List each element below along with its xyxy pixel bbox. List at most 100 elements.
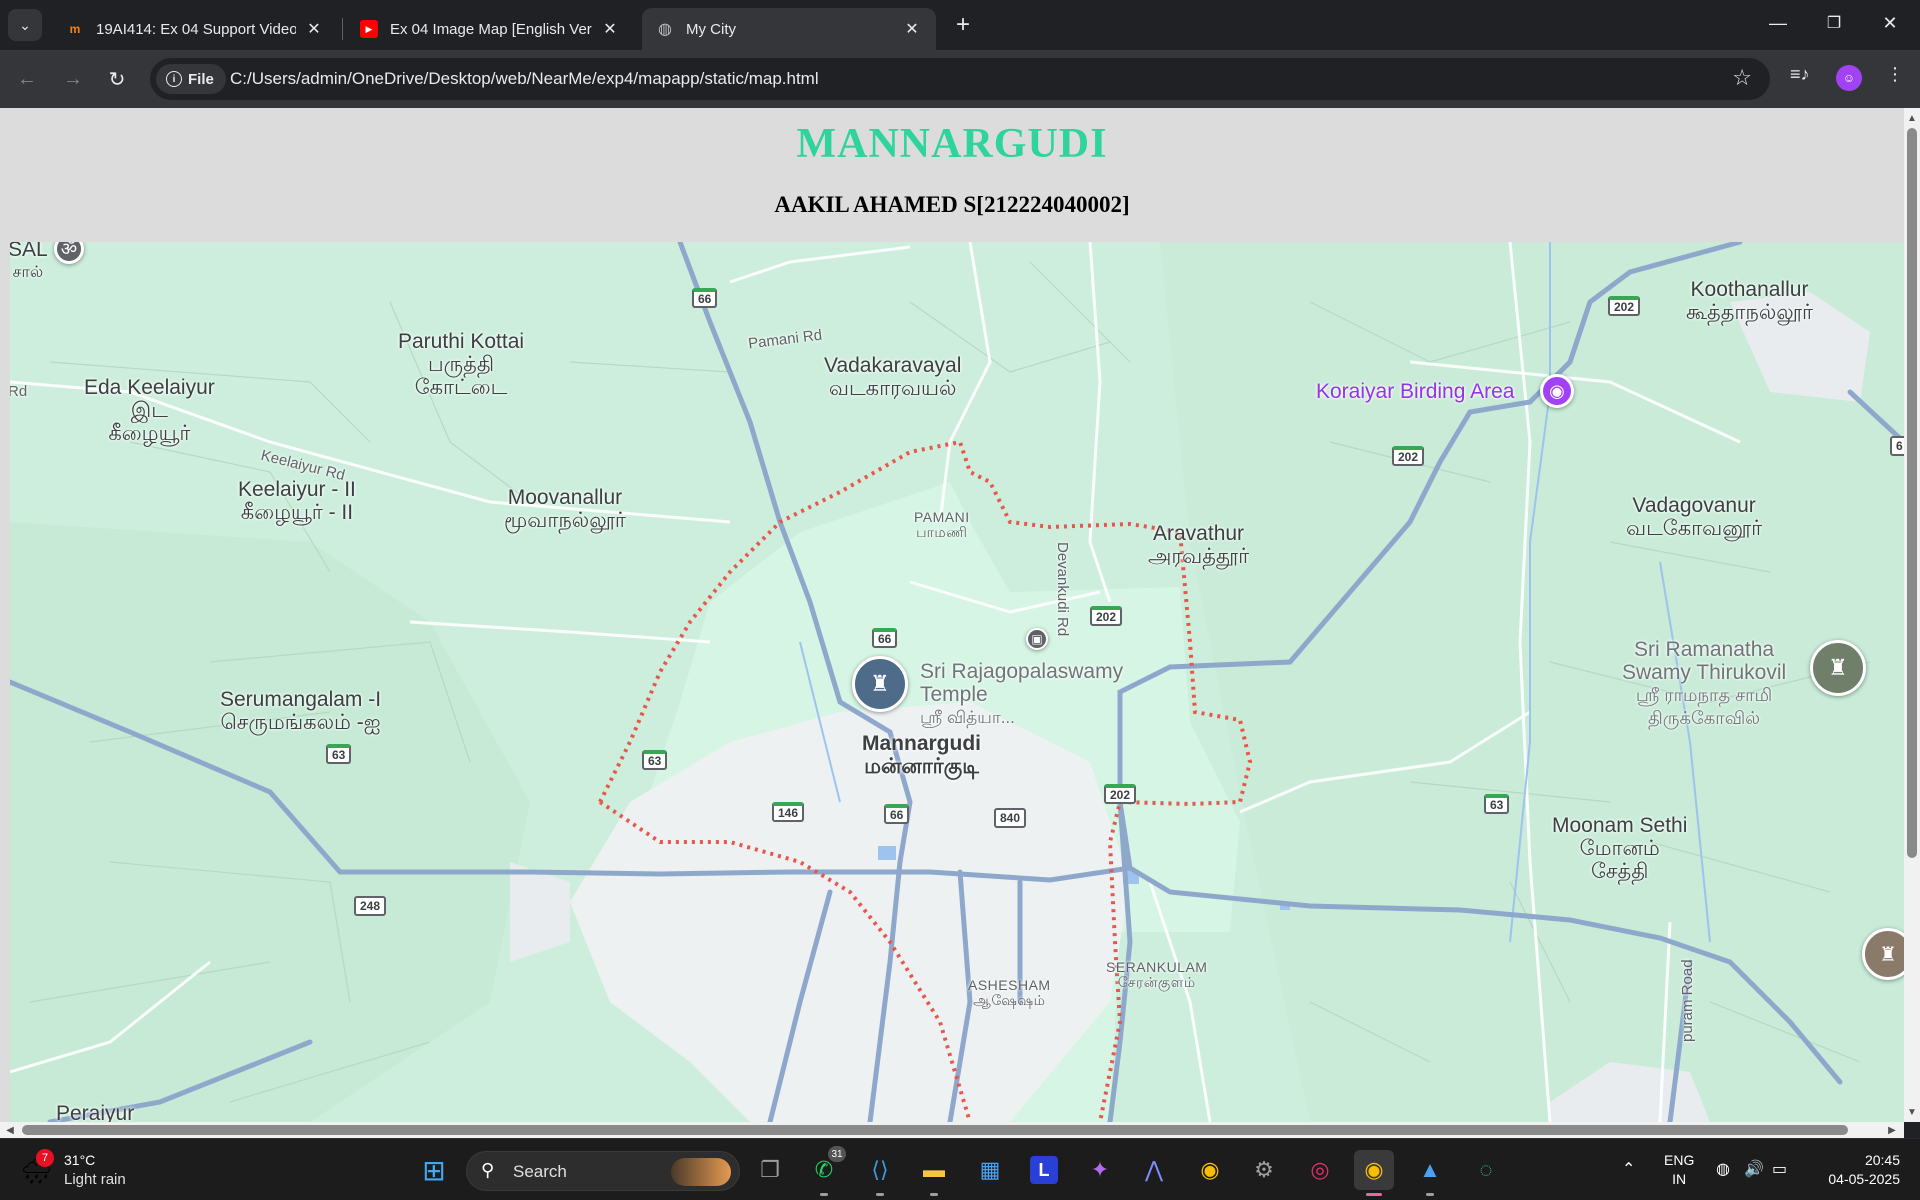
scroll-down-icon[interactable]: ▼ [1904, 1104, 1920, 1120]
url-text[interactable]: C:/Users/admin/OneDrive/Desktop/web/Near… [230, 69, 819, 89]
file-explorer-icon[interactable]: ▬ [914, 1150, 954, 1196]
scroll-left-icon[interactable]: ◀ [2, 1122, 18, 1138]
poi-koraiyar-birding-area[interactable]: Koraiyar Birding Area [1316, 380, 1514, 403]
vscode-icon[interactable]: ⟨⟩ [860, 1150, 900, 1196]
battery-icon[interactable]: ▭ [1772, 1159, 1787, 1179]
temple-icon[interactable]: ♜ [852, 656, 908, 712]
map-label-sal[interactable]: SAL சால் [10, 242, 48, 284]
profile-avatar[interactable]: ☺ [1836, 65, 1862, 91]
tab-title: 19AI414: Ex 04 Support Video | [96, 20, 296, 38]
route-shield: 146 [772, 802, 805, 822]
copilot-icon[interactable]: ✦ [1080, 1150, 1120, 1190]
camera-icon[interactable]: ◉ [1540, 374, 1574, 408]
horizontal-scroll-thumb[interactable] [22, 1125, 1848, 1135]
map-label-paruthi-kottai[interactable]: Paruthi Kottai பருத்தி கோட்டை [398, 330, 524, 399]
tab-title: My City [686, 20, 736, 38]
route-shield: 66 [692, 288, 718, 308]
weather-temp: 31°C [64, 1152, 96, 1168]
search-highlight-image [671, 1158, 731, 1186]
map-label-vadakaravayal[interactable]: Vadakaravayal வடகாரவயல் [824, 354, 961, 400]
route-shield: 63 [1484, 794, 1510, 814]
chrome-profile-icon[interactable]: ◉ [1354, 1150, 1394, 1196]
moodle-icon: m [69, 22, 81, 36]
map-label-moovanallur[interactable]: Moovanallur மூவாநல்லூர் [504, 486, 626, 532]
scroll-right-icon[interactable]: ▶ [1884, 1122, 1900, 1138]
vertical-scroll-thumb[interactable] [1907, 128, 1917, 858]
minimize-button[interactable]: — [1750, 0, 1806, 46]
l-app-icon[interactable]: L [1024, 1150, 1064, 1190]
search-icon: ⚲ [481, 1160, 495, 1180]
arrow-right-icon: → [63, 67, 83, 90]
plus-icon: + [955, 11, 970, 38]
horizontal-scrollbar[interactable]: ◀ ▶ [0, 1122, 1904, 1138]
map-label-vadagovanur[interactable]: Vadagovanur வடகோவனூர் [1626, 494, 1762, 540]
map-label-moonam-sethi[interactable]: Moonam Sethi மோனம் சேத்தி [1552, 814, 1687, 883]
settings-gear-icon[interactable]: ⚙ [1244, 1150, 1284, 1190]
temple-icon[interactable]: ♜ [1810, 640, 1866, 696]
weather-badge: 7 [36, 1149, 54, 1167]
map-label-peraiyur[interactable]: Peraiyur [56, 1102, 134, 1122]
task-view-icon[interactable]: ❐ [750, 1150, 790, 1190]
route-shield: 248 [354, 896, 387, 916]
vertical-scrollbar[interactable]: ▲ ▼ [1904, 108, 1920, 1122]
taskbar-search-label: Search [513, 1162, 567, 1181]
clock[interactable]: 20:45 04-05-2025 [1816, 1151, 1900, 1189]
weather-condition: Light rain [64, 1171, 126, 1188]
loading-app-icon[interactable]: ◌ [1466, 1150, 1506, 1190]
arc-app-icon[interactable]: ⋀ [1134, 1150, 1174, 1190]
address-bar[interactable]: i File C:/Users/admin/OneDrive/Desktop/w… [150, 58, 1770, 100]
scroll-up-icon[interactable]: ▲ [1904, 110, 1920, 126]
route-shield: 202 [1090, 606, 1123, 626]
language-indicator[interactable]: ENG IN [1664, 1151, 1694, 1189]
reload-button[interactable]: ↻ [100, 62, 134, 96]
close-icon: ✕ [1882, 12, 1898, 33]
route-shield: 840 [994, 808, 1027, 828]
new-tab-button[interactable]: + [948, 10, 978, 40]
map-label-keelaiyur-ii[interactable]: Keelaiyur - II கீழையூர் - II [238, 478, 356, 524]
road-label-rd: Rd [10, 383, 28, 400]
restore-button[interactable]: ❐ [1806, 0, 1862, 46]
weather-widget[interactable]: 🌧 7 31°C Light rain [20, 1149, 140, 1193]
whatsapp-icon[interactable]: ✆ 31 [804, 1146, 846, 1196]
tab-search-button[interactable]: ⌄ [8, 9, 42, 41]
restore-icon: ❐ [1826, 15, 1842, 32]
bus-station-icon[interactable]: ▣ [1026, 628, 1048, 650]
tab-separator [342, 18, 343, 40]
map-label-pamani[interactable]: PAMANI பாமணி [914, 510, 970, 540]
city-map-image[interactable]: SAL சால் ॐ Rd Eda Keelaiyur இட கீழையூர் Par… [10, 242, 1904, 1122]
instagram-icon[interactable]: ◎ [1300, 1150, 1340, 1190]
site-info-chip[interactable]: i File [156, 64, 226, 94]
close-icon[interactable]: ✕ [902, 19, 922, 39]
map-label-ashesham[interactable]: ASHESHAM ஆஷேஷம் [968, 978, 1051, 1008]
media-control-icon[interactable]: ≡♪ [1790, 64, 1810, 85]
tab-my-city[interactable]: ◍ My City ✕ [642, 8, 936, 50]
chrome-icon[interactable]: ◉ [1190, 1150, 1230, 1190]
windows-start-icon[interactable]: ⊞ [414, 1150, 454, 1190]
map-label-koothanallur[interactable]: Koothanallur கூத்தாநல்லூர் [1686, 278, 1813, 324]
page-title: MANNARGUDI [796, 121, 1108, 167]
chevron-up-icon[interactable]: ⌃ [1622, 1159, 1635, 1179]
microsoft-store-icon[interactable]: ▦ [970, 1150, 1010, 1190]
map-label-mannargudi[interactable]: Mannargudi மன்னார்குடி [862, 732, 981, 778]
forward-button[interactable]: → [56, 62, 90, 96]
network-icon[interactable]: ◍ [1716, 1159, 1730, 1179]
road-label-devankudi: Devankudi Rd [1054, 542, 1071, 637]
minimize-icon: — [1769, 12, 1787, 33]
poi-sri-ramanatha-swamy-thirukovil[interactable]: Sri Ramanatha Swamy Thirukovil ஸ்ரீ ராமநாத… [1622, 638, 1786, 730]
close-window-button[interactable]: ✕ [1862, 0, 1918, 46]
poi-sri-rajagopalaswamy-temple[interactable]: Sri Rajagopalaswamy Temple ஸ்ரீ வித்யா... [920, 660, 1123, 729]
close-icon[interactable]: ✕ [304, 19, 324, 39]
tab-image-map-video[interactable]: ▶ Ex 04 Image Map [English Versi ✕ [346, 8, 634, 50]
taskbar-search[interactable]: ⚲ Search [466, 1151, 740, 1191]
map-label-eda-keelaiyur[interactable]: Eda Keelaiyur இட கீழையூர் [84, 376, 215, 445]
back-button[interactable]: ← [10, 62, 44, 96]
map-label-aravathur[interactable]: Aravathur அரவத்தூர் [1148, 522, 1249, 568]
volume-icon[interactable]: 🔊 [1744, 1159, 1764, 1179]
close-icon[interactable]: ✕ [600, 19, 620, 39]
tab-support-video[interactable]: m 19AI414: Ex 04 Support Video | ✕ [52, 8, 338, 50]
more-menu-icon[interactable]: ⋮ [1886, 64, 1904, 85]
map-label-serankulam[interactable]: SERANKULAM சேரன்குளம் [1106, 960, 1207, 990]
photos-icon[interactable]: ▲ [1410, 1150, 1450, 1196]
map-label-serumangalam[interactable]: Serumangalam -I செருமங்கலம் -ஐ [220, 688, 381, 734]
bookmark-star-icon[interactable]: ☆ [1732, 65, 1752, 91]
